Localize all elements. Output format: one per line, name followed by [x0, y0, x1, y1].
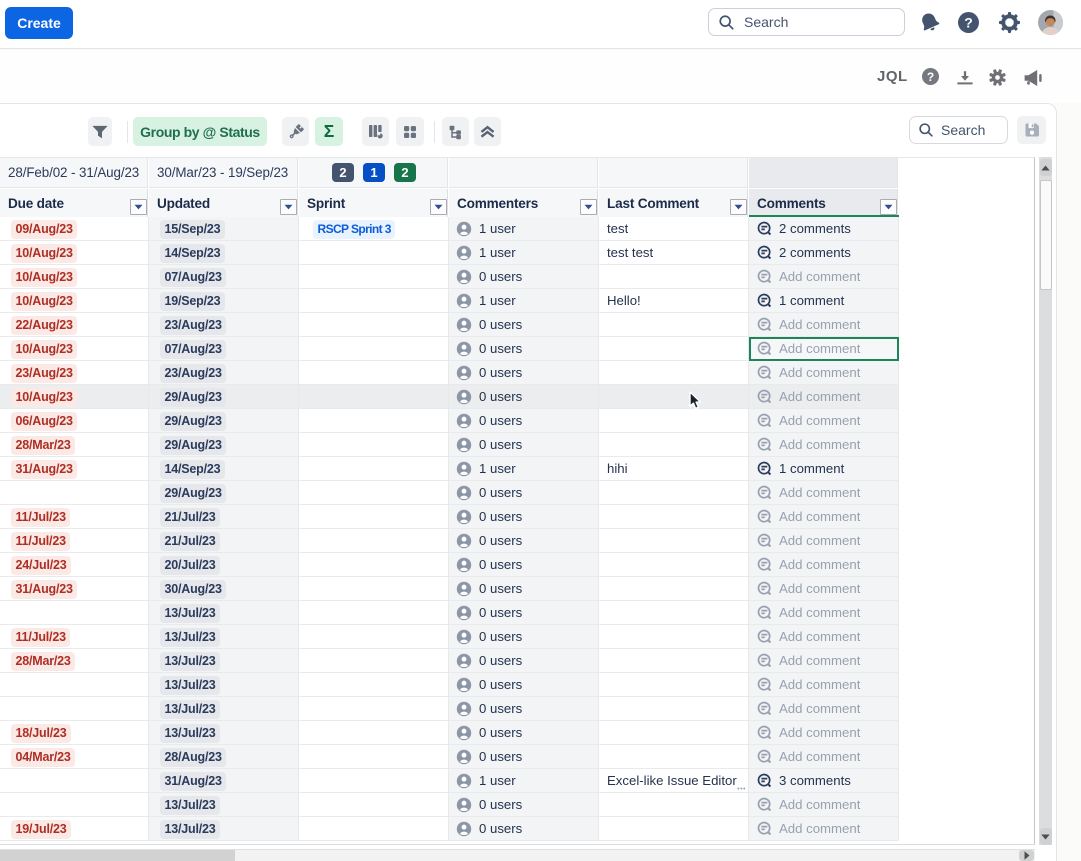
svg-text:?: ?: [964, 15, 973, 31]
svg-text:?: ?: [927, 70, 934, 84]
